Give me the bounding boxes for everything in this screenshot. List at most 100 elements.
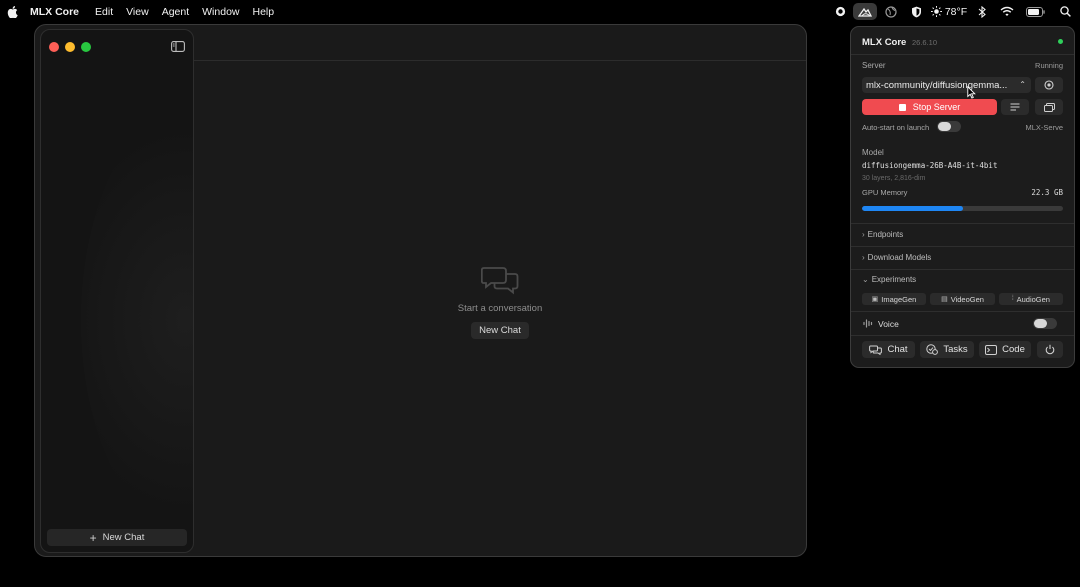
- lines-icon: [1010, 103, 1020, 111]
- gpu-memory-label: GPU Memory: [862, 188, 908, 197]
- code-label: Code: [1002, 344, 1025, 355]
- tasks-label: Tasks: [943, 344, 968, 355]
- sun-icon: [930, 6, 942, 17]
- globe-icon[interactable]: [879, 0, 903, 23]
- sidebar-glow: [81, 90, 193, 550]
- model-name: diffusiongemma-26B-A4B-it-4bit: [862, 161, 998, 170]
- divider: [851, 223, 1074, 224]
- sidebar-new-chat-label: New Chat: [102, 532, 145, 543]
- stop-icon: [898, 103, 906, 111]
- download-models-label: Download Models: [867, 253, 932, 262]
- minimize-window-button[interactable]: [65, 42, 75, 52]
- divider: [851, 54, 1074, 55]
- autostart-label: Auto-start on launch: [862, 123, 930, 132]
- download-models-section[interactable]: › Download Models: [862, 253, 931, 262]
- model-label: Model: [862, 148, 884, 157]
- gpu-memory-bar: [862, 206, 1063, 211]
- close-window-button[interactable]: [49, 42, 59, 52]
- chevron-right-icon: ›: [862, 230, 865, 239]
- power-button[interactable]: [1037, 341, 1063, 358]
- backend-label: MLX-Serve: [1025, 123, 1063, 132]
- menu-help[interactable]: Help: [253, 6, 275, 18]
- shield-icon[interactable]: [903, 0, 929, 23]
- menu-bar: MLX Core Edit View Agent Window Help 78°…: [0, 0, 1080, 23]
- voice-label: Voice: [878, 319, 899, 329]
- zoom-window-button[interactable]: [81, 42, 91, 52]
- menu-app-name[interactable]: MLX Core: [30, 6, 79, 18]
- empty-state: Start a conversation New Chat: [385, 265, 615, 339]
- gpu-memory-value: 22.3 GB: [1031, 188, 1063, 197]
- chat-label: Chat: [887, 344, 908, 355]
- menu-agent[interactable]: Agent: [162, 6, 189, 18]
- chat-icon: [869, 345, 883, 355]
- model-select[interactable]: mlx-community/diffusiongemma... ⌃: [862, 77, 1031, 93]
- menu-window[interactable]: Window: [202, 6, 239, 18]
- status-indicator: [1058, 39, 1063, 44]
- menu-edit[interactable]: Edit: [95, 6, 113, 18]
- endpoints-label: Endpoints: [867, 230, 904, 239]
- open-window-button[interactable]: [1035, 99, 1063, 115]
- audiogen-label: AudioGen: [1016, 294, 1050, 304]
- weather-widget[interactable]: 78°F: [929, 0, 969, 23]
- experiments-section[interactable]: ⌄ Experiments: [862, 275, 916, 284]
- voice-waveform-icon: [863, 319, 873, 328]
- tasks-icon: [926, 344, 939, 355]
- divider: [851, 311, 1074, 312]
- stop-server-button[interactable]: Stop Server: [862, 99, 997, 115]
- endpoints-section[interactable]: › Endpoints: [862, 230, 903, 239]
- main-window: + New Chat Start a conversation New Chat: [34, 24, 807, 557]
- chat-button[interactable]: Chat: [862, 341, 915, 358]
- menu-view[interactable]: View: [126, 6, 149, 18]
- divider: [851, 246, 1074, 247]
- sidebar: + New Chat: [40, 29, 194, 553]
- server-settings-button[interactable]: [1035, 77, 1063, 93]
- wifi-icon[interactable]: [994, 0, 1020, 23]
- gpu-memory-bar-fill: [862, 206, 963, 211]
- server-label: Server: [862, 61, 886, 70]
- code-button[interactable]: Code: [979, 341, 1031, 358]
- new-chat-button[interactable]: New Chat: [471, 322, 529, 339]
- logs-button[interactable]: [1001, 99, 1029, 115]
- divider: [851, 335, 1074, 336]
- weather-temperature: 78°F: [944, 5, 968, 18]
- mouse-cursor-icon: [967, 86, 976, 99]
- model-details: 30 layers, 2,816-dim: [862, 175, 926, 182]
- terminal-icon: [985, 344, 998, 355]
- chat-bubbles-icon: [481, 267, 519, 295]
- toolbar-divider: [194, 60, 806, 61]
- audiogen-button[interactable]: ⦙ AudioGen: [999, 293, 1063, 305]
- waveform-icon: ⦙: [1012, 295, 1014, 302]
- video-icon: ▤: [941, 296, 948, 303]
- stop-server-label: Stop Server: [912, 102, 961, 112]
- experiments-label: Experiments: [871, 275, 917, 284]
- voice-toggle[interactable]: [1033, 318, 1057, 329]
- server-status: Running: [1035, 61, 1063, 70]
- tasks-button[interactable]: Tasks: [920, 341, 974, 358]
- toggle-knob: [1034, 319, 1047, 328]
- autostart-toggle[interactable]: [937, 121, 961, 132]
- plus-icon: +: [89, 530, 97, 545]
- sidebar-new-chat-button[interactable]: + New Chat: [47, 529, 187, 546]
- target-icon: [1044, 80, 1054, 90]
- videogen-label: VideoGen: [950, 294, 984, 304]
- empty-state-message: Start a conversation: [457, 303, 543, 314]
- mlx-core-tray-icon[interactable]: [853, 3, 877, 20]
- sidebar-toggle-icon[interactable]: [171, 41, 185, 52]
- search-icon[interactable]: [1050, 0, 1080, 23]
- windows-icon: [1043, 102, 1055, 112]
- chevron-down-icon: ⌄: [862, 275, 869, 284]
- videogen-button[interactable]: ▤ VideoGen: [930, 293, 995, 305]
- updown-chevron-icon: ⌃: [1019, 80, 1026, 89]
- imagegen-button[interactable]: ▣ ImageGen: [862, 293, 926, 305]
- bluetooth-icon[interactable]: [969, 0, 994, 23]
- mlx-core-panel: MLX Core 26.6.10 Server Running mlx-comm…: [850, 26, 1075, 368]
- record-icon[interactable]: [829, 0, 851, 23]
- divider: [851, 269, 1074, 270]
- image-icon: ▣: [871, 296, 879, 303]
- apple-icon[interactable]: [7, 5, 18, 18]
- imagegen-label: ImageGen: [881, 294, 917, 304]
- panel-title: MLX Core: [862, 37, 907, 48]
- toggle-knob: [938, 122, 951, 131]
- battery-icon[interactable]: [1020, 0, 1050, 23]
- power-icon: [1045, 344, 1055, 355]
